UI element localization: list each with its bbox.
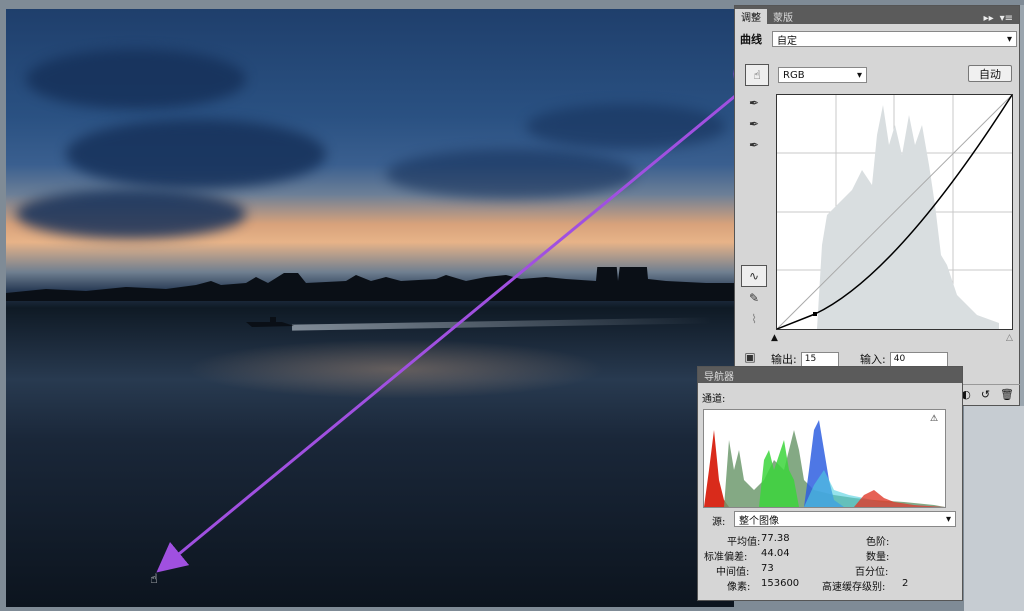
channel-select[interactable]: RGB ▾ (778, 67, 867, 83)
hand-cursor-icon: ☝ (150, 572, 158, 587)
input-row: 输入: 40 (860, 351, 948, 367)
tab-masks[interactable]: 蒙版 (767, 9, 799, 24)
adjustments-tabbar: 调整 蒙版 ▸▸ ▾≡ (735, 6, 1019, 24)
workspace-background (964, 406, 1024, 611)
panel-menu[interactable]: ▸▸ ▾≡ (978, 13, 1019, 24)
input-label: 输入: (860, 353, 886, 366)
curve-histogram (817, 105, 999, 329)
auto-button[interactable]: 自动 (968, 65, 1012, 82)
reset-icon[interactable]: ↺ (981, 388, 990, 401)
output-row: 输出: 15 (771, 351, 839, 367)
curves-row: 曲线 (740, 31, 762, 47)
percentile-label: 百分位: (855, 567, 889, 578)
boat-wake (291, 317, 713, 331)
histogram-plot (704, 420, 945, 507)
pixels-label: 像素: (727, 582, 751, 593)
photo-canvas (6, 9, 734, 607)
gray-point-eyedropper-icon[interactable]: ✒ (745, 115, 763, 133)
source-label: 源: (712, 517, 726, 528)
tab-adjustments[interactable]: 调整 (735, 9, 767, 24)
white-slider-icon[interactable]: △ (1006, 333, 1013, 343)
cache-level-label: 高速缓存级别: (822, 582, 886, 593)
chevron-down-icon: ▾ (945, 513, 951, 525)
cloud (66, 119, 326, 189)
cloud (386, 149, 636, 199)
city-skyline (6, 267, 734, 301)
on-image-adjust-icon[interactable]: ☝ (745, 64, 769, 86)
output-field[interactable]: 15 (800, 351, 839, 367)
tab-navigator[interactable]: 导航器 (698, 368, 740, 383)
menu-icon[interactable]: ▾≡ (1000, 13, 1013, 24)
black-point-eyedropper-icon[interactable]: ✒ (745, 94, 763, 112)
source-select[interactable]: 整个图像 ▾ (734, 511, 956, 527)
collapse-icon[interactable]: ▸▸ (984, 13, 994, 24)
stddev-value: 44.04 (761, 548, 790, 559)
smooth-curve-icon[interactable]: ⌇ (745, 310, 763, 328)
pixels-value: 153600 (761, 578, 800, 589)
median-value: 73 (761, 563, 774, 574)
curve-point[interactable] (813, 312, 817, 316)
color-histogram (703, 409, 946, 508)
curves-label: 曲线 (740, 33, 762, 46)
channel-label: 通道: (702, 394, 726, 405)
pencil-icon[interactable]: ✎ (745, 289, 763, 307)
channel-value: RGB (783, 69, 805, 81)
warning-icon[interactable]: ⚠ (930, 414, 938, 424)
black-slider-icon[interactable]: ▲ (771, 333, 778, 343)
cloud (16, 189, 246, 239)
cloud (526, 104, 726, 149)
count-label: 数量: (866, 552, 890, 563)
source-value: 整个图像 (739, 515, 779, 527)
mean-value: 77.38 (761, 533, 790, 544)
sky-reflection (186, 339, 606, 399)
chevron-down-icon: ▾ (856, 69, 862, 81)
median-label: 中间值: (716, 567, 750, 578)
preset-select[interactable]: 自定 ▾ (772, 31, 1017, 47)
white-point-eyedropper-icon[interactable]: ✒ (745, 136, 763, 154)
level-label: 色阶: (866, 537, 890, 548)
trash-icon[interactable]: 🗑 (1000, 388, 1014, 401)
preset-value: 自定 (777, 35, 797, 47)
clipping-icon[interactable]: ▣ (741, 348, 759, 366)
curve-point-tool-icon[interactable]: ∿ (741, 265, 767, 287)
mean-label: 平均值: (727, 537, 761, 548)
chevron-down-icon: ▾ (1006, 33, 1012, 45)
speedboat (246, 317, 294, 327)
input-field[interactable]: 40 (889, 351, 948, 367)
histogram-tabbar: 导航器 (698, 367, 962, 383)
curves-graph[interactable] (776, 94, 1013, 330)
cloud (26, 49, 246, 109)
output-label: 输出: (771, 353, 797, 366)
cache-level-value: 2 (902, 578, 909, 589)
stddev-label: 标准偏差: (704, 552, 748, 563)
curves-plot (776, 94, 1013, 330)
